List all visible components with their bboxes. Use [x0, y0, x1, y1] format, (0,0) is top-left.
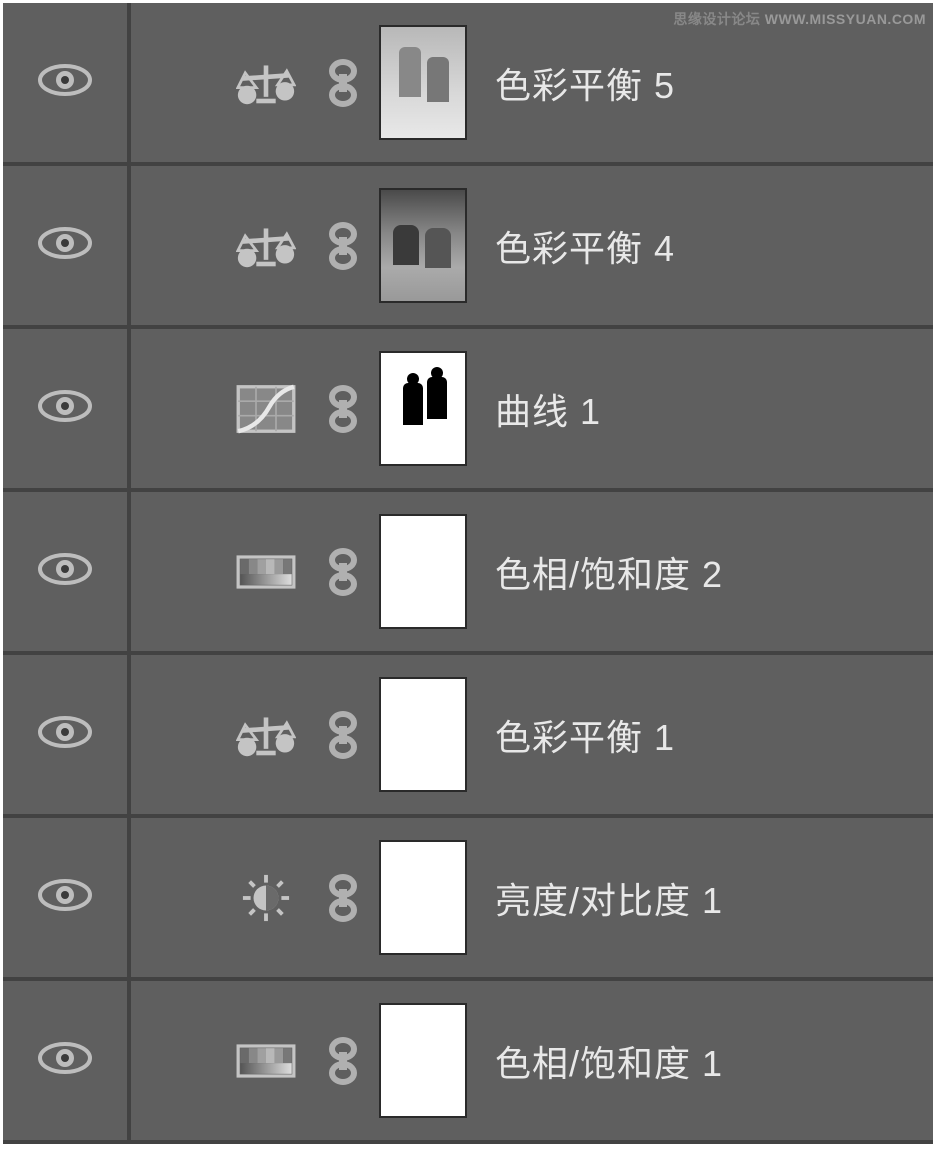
link-icon[interactable] [313, 59, 373, 107]
layer-content[interactable]: 色相/饱和度 1 [131, 981, 933, 1140]
layer-mask-thumbnail[interactable] [379, 188, 467, 303]
watermark: 思缘设计论坛 WWW.MISSYUAN.COM [673, 9, 926, 29]
layer-content[interactable]: 曲线 1 [131, 329, 933, 488]
layer-mask-thumbnail[interactable] [379, 677, 467, 792]
visibility-toggle[interactable] [3, 655, 131, 814]
brightness-contrast-icon[interactable] [231, 873, 301, 923]
layer-row[interactable]: 曲线 1 [3, 329, 933, 492]
layer-name-label[interactable]: 色相/饱和度 2 [495, 546, 723, 598]
eye-icon [38, 388, 92, 429]
layer-row[interactable]: 亮度/对比度 1 [3, 818, 933, 981]
layers-panel: 色彩平衡 5 色彩平衡 4 曲线 1 色相/饱和度 2 色彩平衡 1 亮度/对比度 1 色相… [3, 3, 933, 1144]
visibility-toggle[interactable] [3, 329, 131, 488]
layer-name-label[interactable]: 色彩平衡 4 [495, 220, 675, 272]
layer-content[interactable]: 亮度/对比度 1 [131, 818, 933, 977]
link-icon[interactable] [313, 711, 373, 759]
watermark-text-cn: 思缘设计论坛 [673, 11, 760, 27]
layer-mask-thumbnail[interactable] [379, 1003, 467, 1118]
layer-mask-thumbnail[interactable] [379, 25, 467, 140]
layer-name-label[interactable]: 色相/饱和度 1 [495, 1035, 723, 1087]
visibility-toggle[interactable] [3, 3, 131, 162]
layer-mask-thumbnail[interactable] [379, 840, 467, 955]
hue-saturation-icon[interactable] [231, 1036, 301, 1086]
eye-icon [38, 877, 92, 918]
link-icon[interactable] [313, 1037, 373, 1085]
hue-saturation-icon[interactable] [231, 547, 301, 597]
visibility-toggle[interactable] [3, 981, 131, 1140]
watermark-text-url: WWW.MISSYUAN.COM [765, 11, 926, 27]
layer-content[interactable]: 色彩平衡 1 [131, 655, 933, 814]
eye-icon [38, 225, 92, 266]
color-balance-icon[interactable] [231, 58, 301, 108]
layer-name-label[interactable]: 亮度/对比度 1 [495, 872, 723, 924]
eye-icon [38, 551, 92, 592]
layer-name-label[interactable]: 曲线 1 [495, 383, 601, 435]
visibility-toggle[interactable] [3, 166, 131, 325]
layer-row[interactable]: 色相/饱和度 2 [3, 492, 933, 655]
layer-mask-thumbnail[interactable] [379, 514, 467, 629]
link-icon[interactable] [313, 222, 373, 270]
layer-mask-thumbnail[interactable] [379, 351, 467, 466]
visibility-toggle[interactable] [3, 492, 131, 651]
link-icon[interactable] [313, 385, 373, 433]
layer-row[interactable]: 色相/饱和度 1 [3, 981, 933, 1144]
eye-icon [38, 62, 92, 103]
eye-icon [38, 1040, 92, 1081]
link-icon[interactable] [313, 548, 373, 596]
eye-icon [38, 714, 92, 755]
layer-row[interactable]: 色彩平衡 4 [3, 166, 933, 329]
visibility-toggle[interactable] [3, 818, 131, 977]
color-balance-icon[interactable] [231, 710, 301, 760]
curves-icon[interactable] [231, 384, 301, 434]
link-icon[interactable] [313, 874, 373, 922]
layer-content[interactable]: 色相/饱和度 2 [131, 492, 933, 651]
color-balance-icon[interactable] [231, 221, 301, 271]
layer-content[interactable]: 色彩平衡 4 [131, 166, 933, 325]
layer-name-label[interactable]: 色彩平衡 5 [495, 57, 675, 109]
layer-name-label[interactable]: 色彩平衡 1 [495, 709, 675, 761]
layer-row[interactable]: 色彩平衡 1 [3, 655, 933, 818]
